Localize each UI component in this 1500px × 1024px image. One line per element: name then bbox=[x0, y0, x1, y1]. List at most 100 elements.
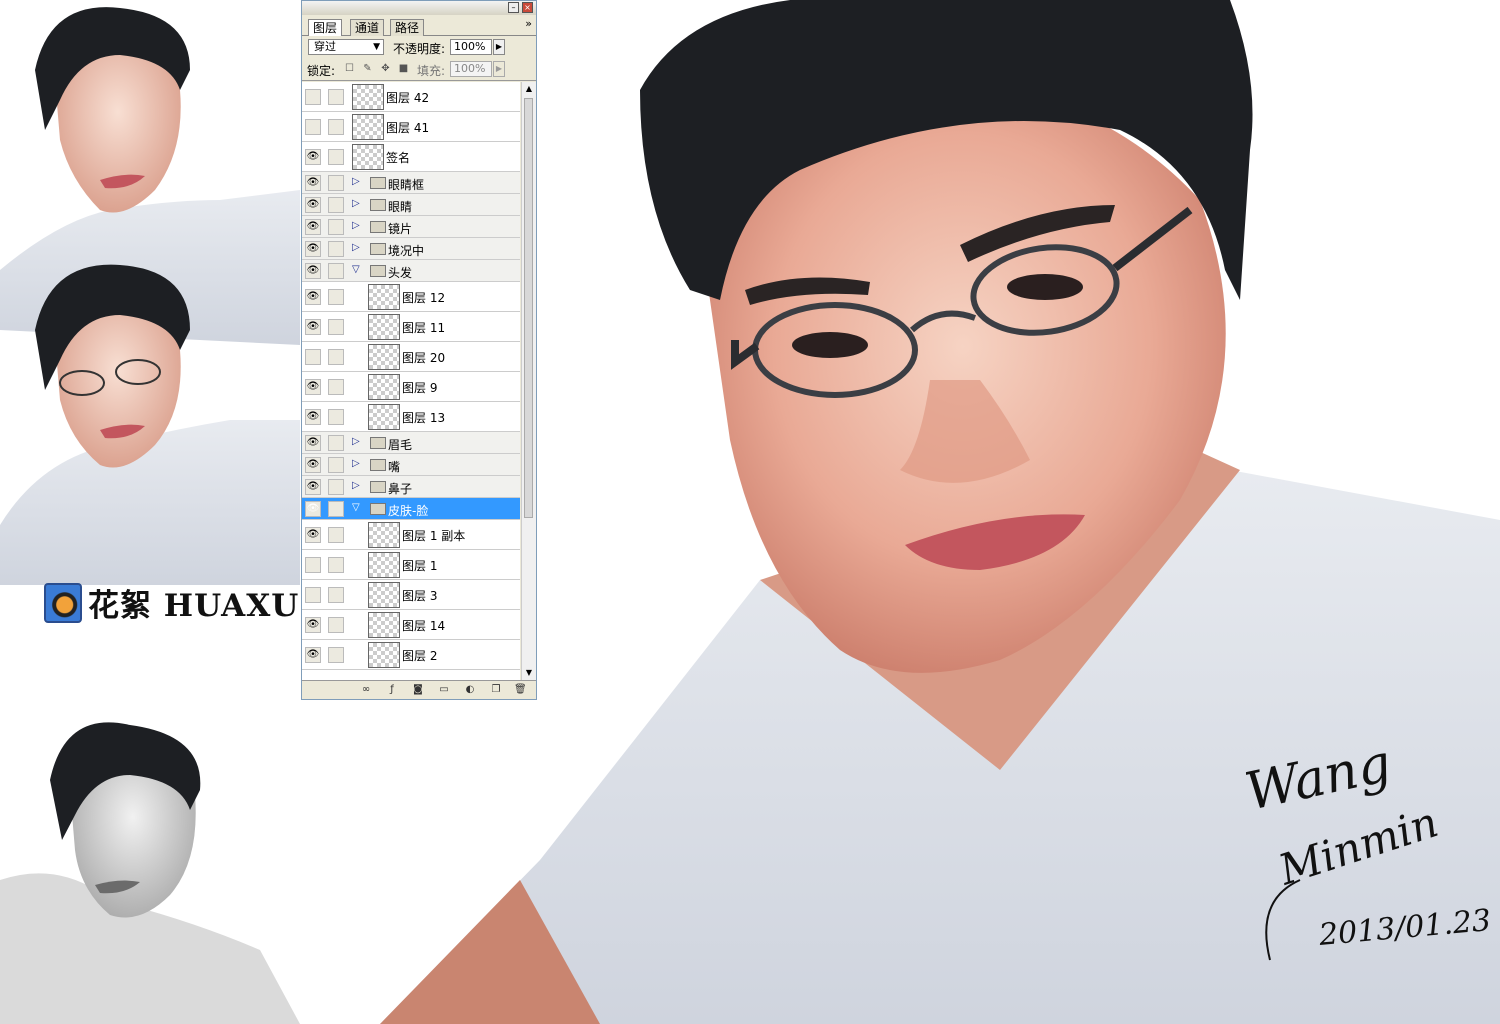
link-toggle[interactable] bbox=[328, 241, 344, 257]
layer-row[interactable]: 👁 图层 2 bbox=[302, 640, 520, 670]
link-toggle[interactable] bbox=[328, 263, 344, 279]
expand-triangle-icon[interactable]: ▷ bbox=[352, 176, 360, 187]
expand-triangle-icon[interactable]: ▷ bbox=[352, 242, 360, 253]
link-toggle[interactable] bbox=[328, 319, 344, 335]
visibility-eye-icon[interactable] bbox=[305, 557, 321, 573]
lock-all-icon[interactable]: ■ bbox=[398, 63, 409, 74]
scroll-up-icon[interactable]: ▲ bbox=[522, 82, 536, 96]
link-layers-icon[interactable]: ∞ bbox=[360, 684, 372, 696]
visibility-eye-icon[interactable]: 👁 bbox=[305, 501, 321, 517]
expand-triangle-icon[interactable]: ▷ bbox=[352, 220, 360, 231]
add-style-icon[interactable]: ƒ bbox=[386, 684, 398, 696]
link-toggle[interactable] bbox=[328, 527, 344, 543]
link-toggle[interactable] bbox=[328, 501, 344, 517]
link-toggle[interactable] bbox=[328, 89, 344, 105]
adjustment-layer-icon[interactable]: ◐ bbox=[464, 684, 476, 696]
link-toggle[interactable] bbox=[328, 587, 344, 603]
new-layer-icon[interactable]: ❐ bbox=[490, 684, 502, 696]
visibility-eye-icon[interactable]: 👁 bbox=[305, 379, 321, 395]
link-toggle[interactable] bbox=[328, 175, 344, 191]
layer-group-row[interactable]: 👁 ▷ 嘴 bbox=[302, 454, 520, 476]
link-toggle[interactable] bbox=[328, 557, 344, 573]
visibility-eye-icon[interactable] bbox=[305, 89, 321, 105]
visibility-eye-icon[interactable]: 👁 bbox=[305, 289, 321, 305]
link-toggle[interactable] bbox=[328, 197, 344, 213]
add-mask-icon[interactable]: ◙ bbox=[412, 684, 424, 696]
visibility-eye-icon[interactable] bbox=[305, 119, 321, 135]
layer-group-row[interactable]: 👁 ▷ 鼻子 bbox=[302, 476, 520, 498]
tab-channels[interactable]: 通道 bbox=[350, 19, 385, 36]
layer-group-row[interactable]: 👁 ▽ 皮肤-脸 bbox=[302, 498, 520, 520]
layer-row[interactable]: 👁 图层 13 bbox=[302, 402, 520, 432]
scroll-thumb[interactable] bbox=[524, 98, 533, 518]
layer-group-row[interactable]: 👁 ▽ 头发 bbox=[302, 260, 520, 282]
layer-row[interactable]: 👁 图层 14 bbox=[302, 610, 520, 640]
visibility-eye-icon[interactable] bbox=[305, 349, 321, 365]
link-toggle[interactable] bbox=[328, 289, 344, 305]
link-toggle[interactable] bbox=[328, 457, 344, 473]
blend-mode-select[interactable]: 穿过 ▼ bbox=[308, 39, 384, 55]
expand-triangle-icon[interactable]: ▷ bbox=[352, 436, 360, 447]
new-group-icon[interactable]: ▭ bbox=[438, 684, 450, 696]
layer-group-row[interactable]: 👁 ▷ 眉毛 bbox=[302, 432, 520, 454]
opacity-input[interactable]: 100% bbox=[450, 39, 492, 55]
minimize-icon[interactable]: – bbox=[508, 2, 519, 13]
layer-row[interactable]: 👁 图层 12 bbox=[302, 282, 520, 312]
visibility-eye-icon[interactable]: 👁 bbox=[305, 241, 321, 257]
scroll-down-icon[interactable]: ▼ bbox=[522, 666, 536, 680]
close-icon[interactable]: × bbox=[522, 2, 533, 13]
link-toggle[interactable] bbox=[328, 349, 344, 365]
visibility-eye-icon[interactable]: 👁 bbox=[305, 409, 321, 425]
link-toggle[interactable] bbox=[328, 435, 344, 451]
link-toggle[interactable] bbox=[328, 479, 344, 495]
lock-brush-icon[interactable]: ✎ bbox=[362, 63, 373, 74]
link-toggle[interactable] bbox=[328, 379, 344, 395]
trash-icon[interactable]: 🗑 bbox=[514, 684, 527, 696]
layer-list-scrollbar[interactable]: ▲ ▼ bbox=[521, 82, 536, 680]
fill-input[interactable]: 100% bbox=[450, 61, 492, 77]
visibility-eye-icon[interactable]: 👁 bbox=[305, 457, 321, 473]
visibility-eye-icon[interactable]: 👁 bbox=[305, 219, 321, 235]
lock-move-icon[interactable]: ✥ bbox=[380, 63, 391, 74]
link-toggle[interactable] bbox=[328, 119, 344, 135]
layer-row[interactable]: 👁 签名 bbox=[302, 142, 520, 172]
layer-row[interactable]: 图层 1 bbox=[302, 550, 520, 580]
fill-slider-button[interactable]: ▶ bbox=[493, 61, 505, 77]
layer-group-row[interactable]: 👁 ▷ 眼睛框 bbox=[302, 172, 520, 194]
tab-layers[interactable]: 图层 bbox=[308, 19, 343, 36]
visibility-eye-icon[interactable]: 👁 bbox=[305, 435, 321, 451]
layer-group-row[interactable]: 👁 ▷ 眼睛 bbox=[302, 194, 520, 216]
layer-row[interactable]: 图层 42 bbox=[302, 82, 520, 112]
visibility-eye-icon[interactable]: 👁 bbox=[305, 479, 321, 495]
visibility-eye-icon[interactable]: 👁 bbox=[305, 263, 321, 279]
visibility-eye-icon[interactable]: 👁 bbox=[305, 197, 321, 213]
visibility-eye-icon[interactable]: 👁 bbox=[305, 319, 321, 335]
layer-group-row[interactable]: 👁 ▷ 镜片 bbox=[302, 216, 520, 238]
expand-triangle-icon[interactable]: ▷ bbox=[352, 480, 360, 491]
panel-menu-icon[interactable]: » bbox=[525, 17, 532, 30]
link-toggle[interactable] bbox=[328, 149, 344, 165]
link-toggle[interactable] bbox=[328, 617, 344, 633]
layer-row[interactable]: 图层 3 bbox=[302, 580, 520, 610]
visibility-eye-icon[interactable]: 👁 bbox=[305, 149, 321, 165]
visibility-eye-icon[interactable] bbox=[305, 587, 321, 603]
expand-triangle-icon[interactable]: ▷ bbox=[352, 198, 360, 209]
layer-row[interactable]: 👁 图层 1 副本 bbox=[302, 520, 520, 550]
tab-paths[interactable]: 路径 bbox=[390, 19, 425, 36]
visibility-eye-icon[interactable]: 👁 bbox=[305, 647, 321, 663]
layer-row[interactable]: 图层 41 bbox=[302, 112, 520, 142]
collapse-triangle-icon[interactable]: ▽ bbox=[352, 502, 360, 513]
layer-row[interactable]: 👁 图层 9 bbox=[302, 372, 520, 402]
expand-triangle-icon[interactable]: ▷ bbox=[352, 458, 360, 469]
link-toggle[interactable] bbox=[328, 647, 344, 663]
layer-row[interactable]: 图层 20 bbox=[302, 342, 520, 372]
lock-transparency-icon[interactable]: ☐ bbox=[344, 63, 355, 74]
layer-row[interactable]: 👁 图层 11 bbox=[302, 312, 520, 342]
layer-group-row[interactable]: 👁 ▷ 境况中 bbox=[302, 238, 520, 260]
visibility-eye-icon[interactable]: 👁 bbox=[305, 175, 321, 191]
link-toggle[interactable] bbox=[328, 219, 344, 235]
link-toggle[interactable] bbox=[328, 409, 344, 425]
opacity-slider-button[interactable]: ▶ bbox=[493, 39, 505, 55]
visibility-eye-icon[interactable]: 👁 bbox=[305, 617, 321, 633]
visibility-eye-icon[interactable]: 👁 bbox=[305, 527, 321, 543]
